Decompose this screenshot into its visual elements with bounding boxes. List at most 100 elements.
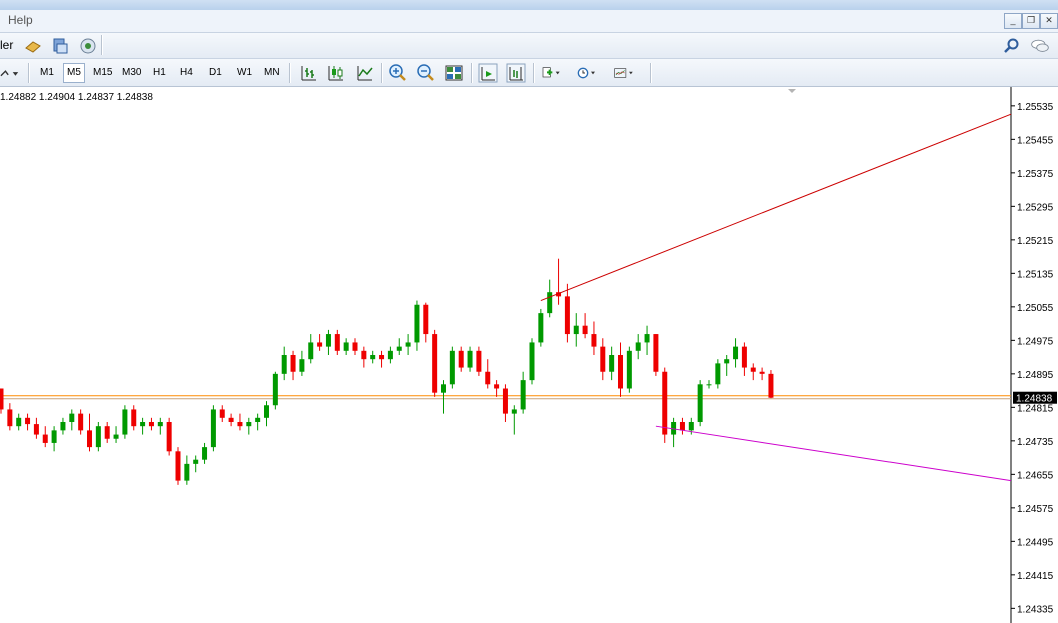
zoom-out-icon[interactable] — [416, 63, 436, 83]
timeframe-d1[interactable]: D1 — [206, 65, 225, 81]
candle — [113, 426, 119, 443]
candle — [511, 405, 517, 435]
timeframe-m5[interactable]: M5 — [63, 63, 85, 83]
auto-scroll-icon[interactable] — [478, 63, 498, 83]
candle-body — [361, 350, 367, 360]
candle — [352, 338, 358, 355]
candle — [228, 413, 234, 427]
price-tick-label: 1.25455 — [1017, 135, 1054, 146]
candle-body — [635, 342, 641, 351]
candle — [33, 417, 39, 439]
candle — [361, 346, 367, 368]
candle-body — [609, 355, 615, 372]
timeframe-m1[interactable]: M1 — [37, 65, 57, 81]
price-tick-label: 1.24895 — [1017, 370, 1054, 381]
zoom-in-icon[interactable] — [388, 63, 408, 83]
candle — [25, 413, 31, 431]
candle — [494, 380, 500, 397]
candlestick-chart-icon[interactable] — [326, 63, 346, 83]
candle — [290, 350, 296, 381]
candle — [16, 413, 22, 431]
tile-windows-icon[interactable] — [444, 63, 464, 83]
candle-body — [219, 409, 225, 418]
candle — [148, 417, 154, 431]
history-center-icon[interactable] — [23, 36, 43, 56]
candle — [334, 329, 340, 355]
candle — [706, 380, 712, 389]
timeframe-h4[interactable]: H4 — [177, 65, 196, 81]
candle — [42, 426, 48, 448]
candle-body — [485, 371, 491, 385]
candle — [184, 455, 190, 485]
candle — [69, 409, 75, 431]
signals-icon[interactable] — [78, 36, 98, 56]
restore-button[interactable]: ❐ — [1022, 13, 1040, 29]
price-tick-label: 1.24815 — [1017, 403, 1054, 414]
candle-body — [113, 434, 119, 439]
close-button[interactable]: ✕ — [1040, 13, 1058, 29]
candle — [51, 426, 57, 452]
candle-body — [352, 342, 358, 351]
candle-body — [379, 355, 385, 360]
candle-body — [87, 430, 92, 448]
price-tick-label: 1.24655 — [1017, 470, 1054, 481]
price-tick-label: 1.25535 — [1017, 102, 1054, 113]
chart-canvas[interactable]: 1.25535 1.25455 1.25375 1.25295 1.25215 1.251… — [0, 87, 1058, 623]
candle — [87, 413, 92, 452]
candle-body — [476, 350, 482, 372]
indicators-dropdown-icon[interactable] — [541, 63, 561, 83]
candle-body — [405, 342, 411, 347]
candle-body — [95, 426, 101, 448]
candle-body — [679, 422, 685, 431]
candle — [759, 367, 765, 381]
candle-body — [733, 346, 739, 360]
templates-dropdown-icon[interactable] — [614, 63, 634, 83]
market-watch-icon[interactable] — [50, 36, 70, 56]
periodicity-dropdown-icon[interactable] — [577, 63, 597, 83]
candle — [600, 338, 606, 381]
price-chart[interactable]: 1.25535 1.25455 1.25375 1.25295 1.25215 1.251… — [0, 87, 1058, 623]
candle-body — [414, 304, 420, 343]
timeframe-h1[interactable]: H1 — [150, 65, 169, 81]
candle-body — [520, 380, 526, 410]
candle — [237, 413, 243, 431]
candle-body — [272, 373, 278, 406]
line-chart-icon[interactable] — [355, 63, 375, 83]
chat-icon[interactable] — [1030, 36, 1050, 56]
price-tick-label: 1.24575 — [1017, 504, 1054, 515]
candle-body — [370, 355, 376, 360]
candle-body — [750, 367, 756, 372]
candle-body — [573, 325, 579, 335]
candle — [741, 342, 747, 376]
candle-body — [42, 434, 48, 443]
candle-body — [644, 334, 650, 343]
line-tool-dropdown-icon[interactable] — [0, 63, 20, 83]
candle — [78, 409, 84, 435]
chart-shift-icon[interactable] — [506, 63, 526, 83]
candle-body — [688, 422, 694, 431]
timeframe-m15[interactable]: M15 — [90, 65, 115, 81]
candle-body — [441, 384, 446, 393]
trendline-0 — [540, 113, 1012, 302]
candle-body — [449, 350, 455, 385]
candle — [387, 346, 393, 364]
bar-chart-icon[interactable] — [299, 63, 319, 83]
candle — [671, 417, 677, 448]
candle-body — [334, 334, 340, 351]
candle — [219, 405, 225, 422]
timeframe-m30[interactable]: M30 — [119, 65, 144, 81]
candle-body — [193, 459, 199, 464]
candle-body — [582, 325, 588, 335]
search-icon[interactable] — [1002, 36, 1022, 56]
candle — [264, 401, 269, 427]
candle — [591, 321, 597, 355]
candle — [724, 355, 730, 376]
minimize-button[interactable]: _ — [1004, 13, 1022, 29]
candle — [538, 308, 544, 347]
timeframe-w1[interactable]: W1 — [234, 65, 255, 81]
candle — [299, 350, 305, 376]
candle — [95, 422, 101, 452]
timeframe-mn[interactable]: MN — [261, 65, 283, 81]
candle — [635, 334, 641, 360]
menu-help[interactable]: Help — [8, 13, 33, 27]
